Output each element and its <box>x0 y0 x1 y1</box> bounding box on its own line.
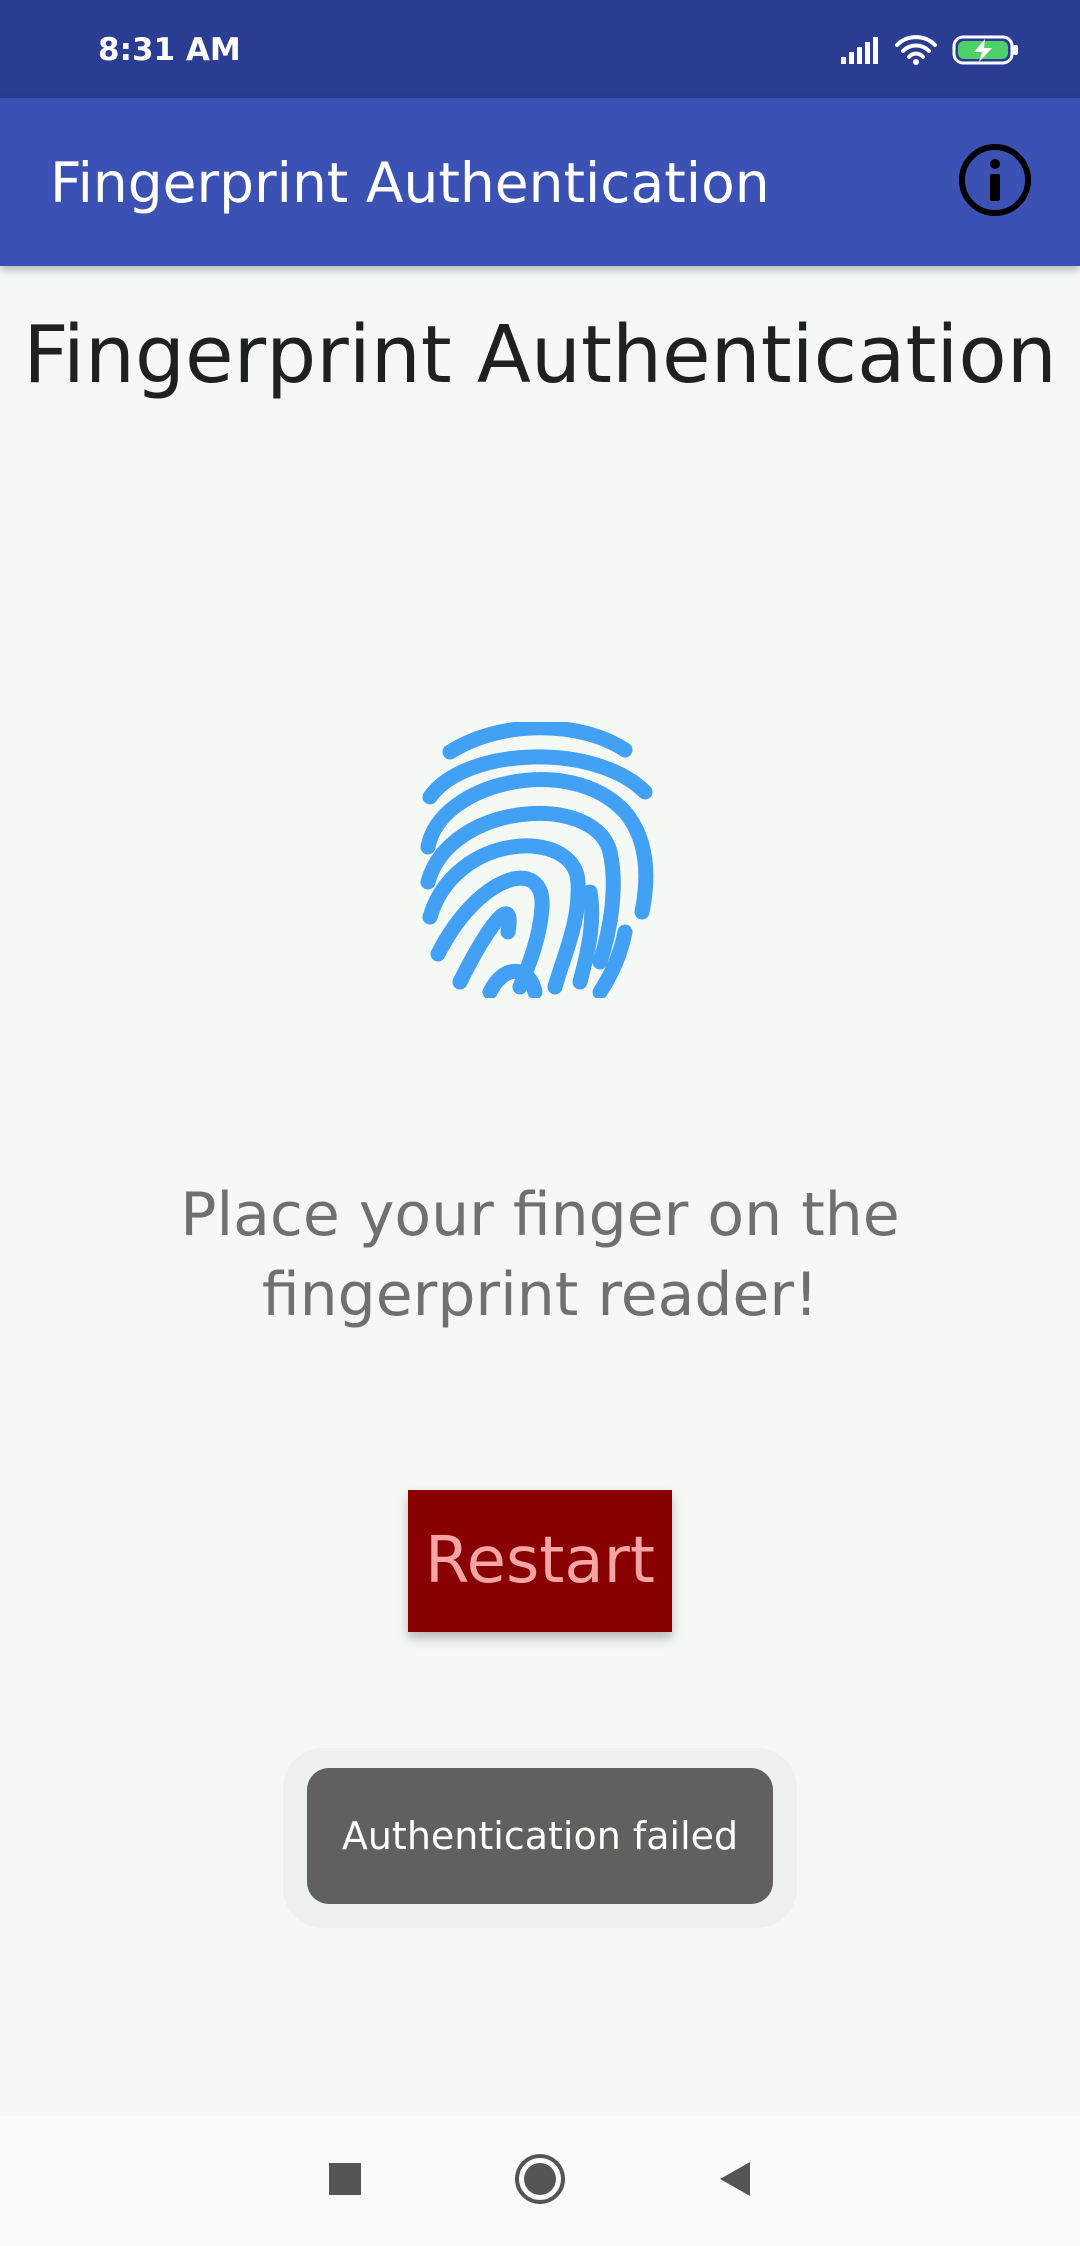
status-time: 8:31 AM <box>98 32 241 68</box>
fingerprint-icon <box>420 720 660 1000</box>
recents-square-icon <box>328 2162 362 2200</box>
status-bar: 8:31 AM <box>0 0 1080 98</box>
info-button[interactable] <box>954 141 1036 223</box>
instruction-text: Place your finger on the fingerprint rea… <box>180 1180 900 1330</box>
restart-button[interactable]: Restart <box>408 1490 672 1632</box>
status-icons <box>840 30 1020 74</box>
home-circle-icon <box>513 2152 567 2210</box>
page-heading: Fingerprint Authentication <box>23 309 1057 401</box>
recents-button[interactable] <box>310 2146 380 2216</box>
battery-charging-icon <box>952 34 1020 70</box>
info-icon <box>957 142 1033 222</box>
back-triangle-icon <box>716 2160 754 2202</box>
app-bar-title: Fingerprint Authentication <box>50 151 770 215</box>
home-button[interactable] <box>505 2146 575 2216</box>
back-button[interactable] <box>700 2146 770 2216</box>
app-bar: Fingerprint Authentication <box>0 98 1080 266</box>
signal-icon <box>840 35 880 69</box>
navigation-bar <box>0 2116 1080 2246</box>
toast-message: Authentication failed <box>307 1768 773 1904</box>
wifi-icon <box>894 34 938 70</box>
